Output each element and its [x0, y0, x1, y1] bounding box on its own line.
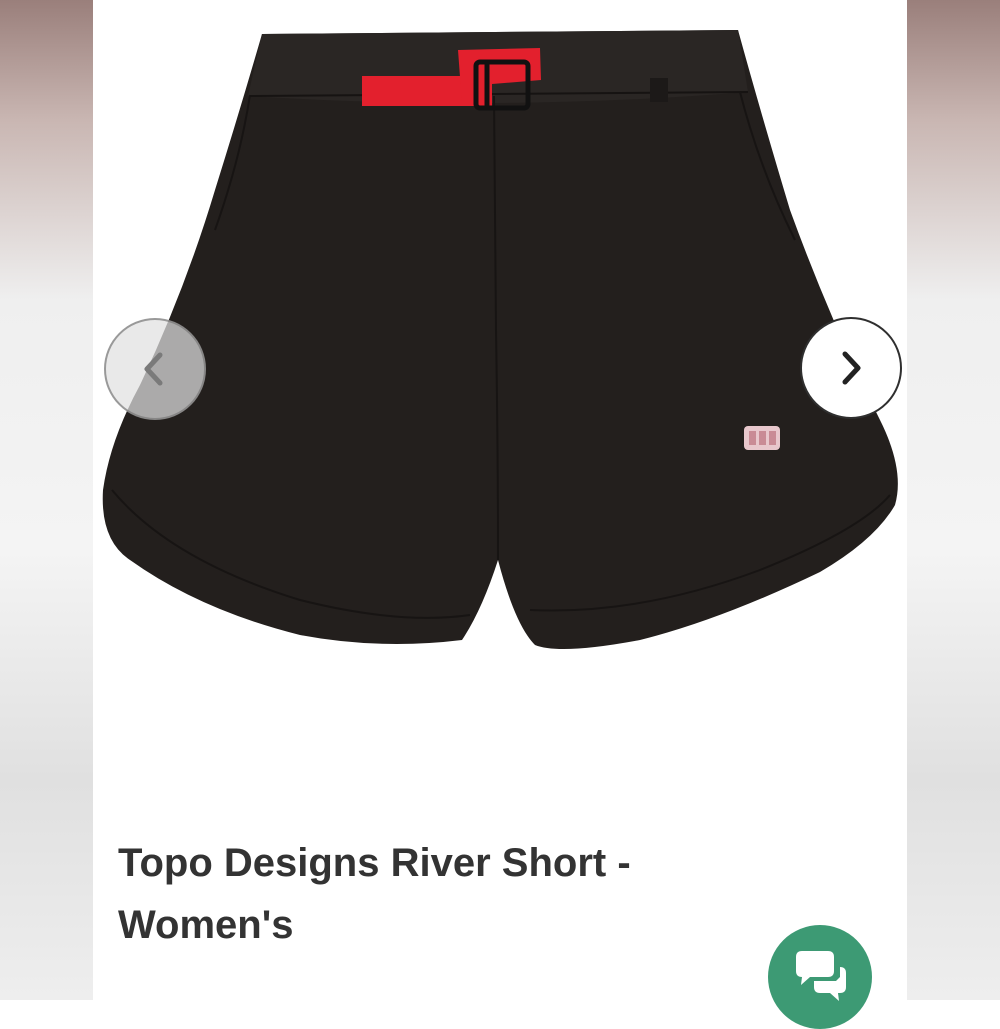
- product-image: [102, 30, 898, 649]
- chat-bubbles-icon: [796, 951, 846, 1001]
- shorts-body: [102, 30, 898, 649]
- product-title: Topo Designs River Short - Women's: [118, 841, 631, 947]
- blurred-background-left: [0, 0, 93, 1000]
- carousel-next-button[interactable]: [800, 317, 902, 419]
- chevron-right-icon: [842, 351, 861, 385]
- chevron-left-icon: [144, 352, 163, 386]
- logo-patch: [744, 426, 780, 450]
- carousel-prev-button[interactable]: [104, 318, 206, 420]
- chat-button[interactable]: [768, 925, 872, 1029]
- blurred-background-right: [907, 0, 1000, 1000]
